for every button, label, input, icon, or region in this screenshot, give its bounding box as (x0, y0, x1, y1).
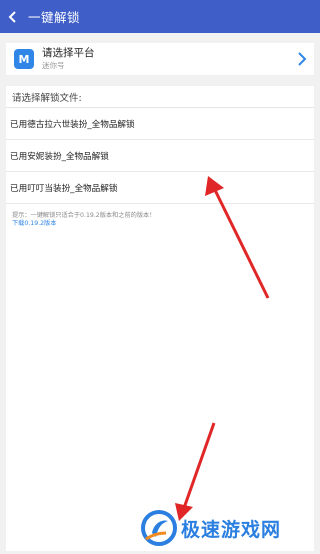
platform-selector[interactable]: M 请选择平台 迷你号 (6, 43, 314, 75)
watermark-text: 极速游戏网 (181, 518, 282, 541)
app-icon-letter: M (18, 52, 30, 66)
file-label: 已用德古拉六世装扮_全物品解锁 (10, 119, 135, 130)
notice: 提示：一键解锁只适合于0.19.2版本和之前的版本！ 下载0.19.2版本 (6, 204, 314, 228)
unlock-files-panel: 请选择解锁文件: 已用德古拉六世装扮_全物品解锁 已用安妮装扮_全物品解锁 已用… (6, 86, 314, 551)
page-title: 一键解锁 (28, 10, 81, 25)
mini-world-app-icon: M (14, 49, 34, 69)
back-arrow-icon (8, 10, 16, 23)
watermark: 极速游戏网 (140, 508, 320, 548)
file-list-item[interactable]: 已用叮叮当装扮_全物品解锁 (6, 172, 314, 204)
file-list-item[interactable]: 已用安妮装扮_全物品解锁 (6, 140, 314, 172)
platform-subtitle: 迷你号 (42, 61, 65, 70)
watermark-logo-icon (141, 510, 177, 546)
chevron-right-icon[interactable] (295, 51, 309, 67)
platform-title: 请选择平台 (42, 47, 95, 59)
file-label: 已用叮叮当装扮_全物品解锁 (10, 183, 118, 194)
top-bar: 一键解锁 (0, 0, 320, 33)
back-button[interactable] (2, 0, 24, 33)
notice-text: 提示：一键解锁只适合于0.19.2版本和之前的版本！ (12, 212, 156, 219)
files-header: 请选择解锁文件: (6, 86, 314, 108)
file-label: 已用安妮装扮_全物品解锁 (10, 151, 109, 162)
file-list-item[interactable]: 已用德古拉六世装扮_全物品解锁 (6, 108, 314, 140)
download-version-link[interactable]: 下载0.19.2版本 (12, 220, 314, 228)
